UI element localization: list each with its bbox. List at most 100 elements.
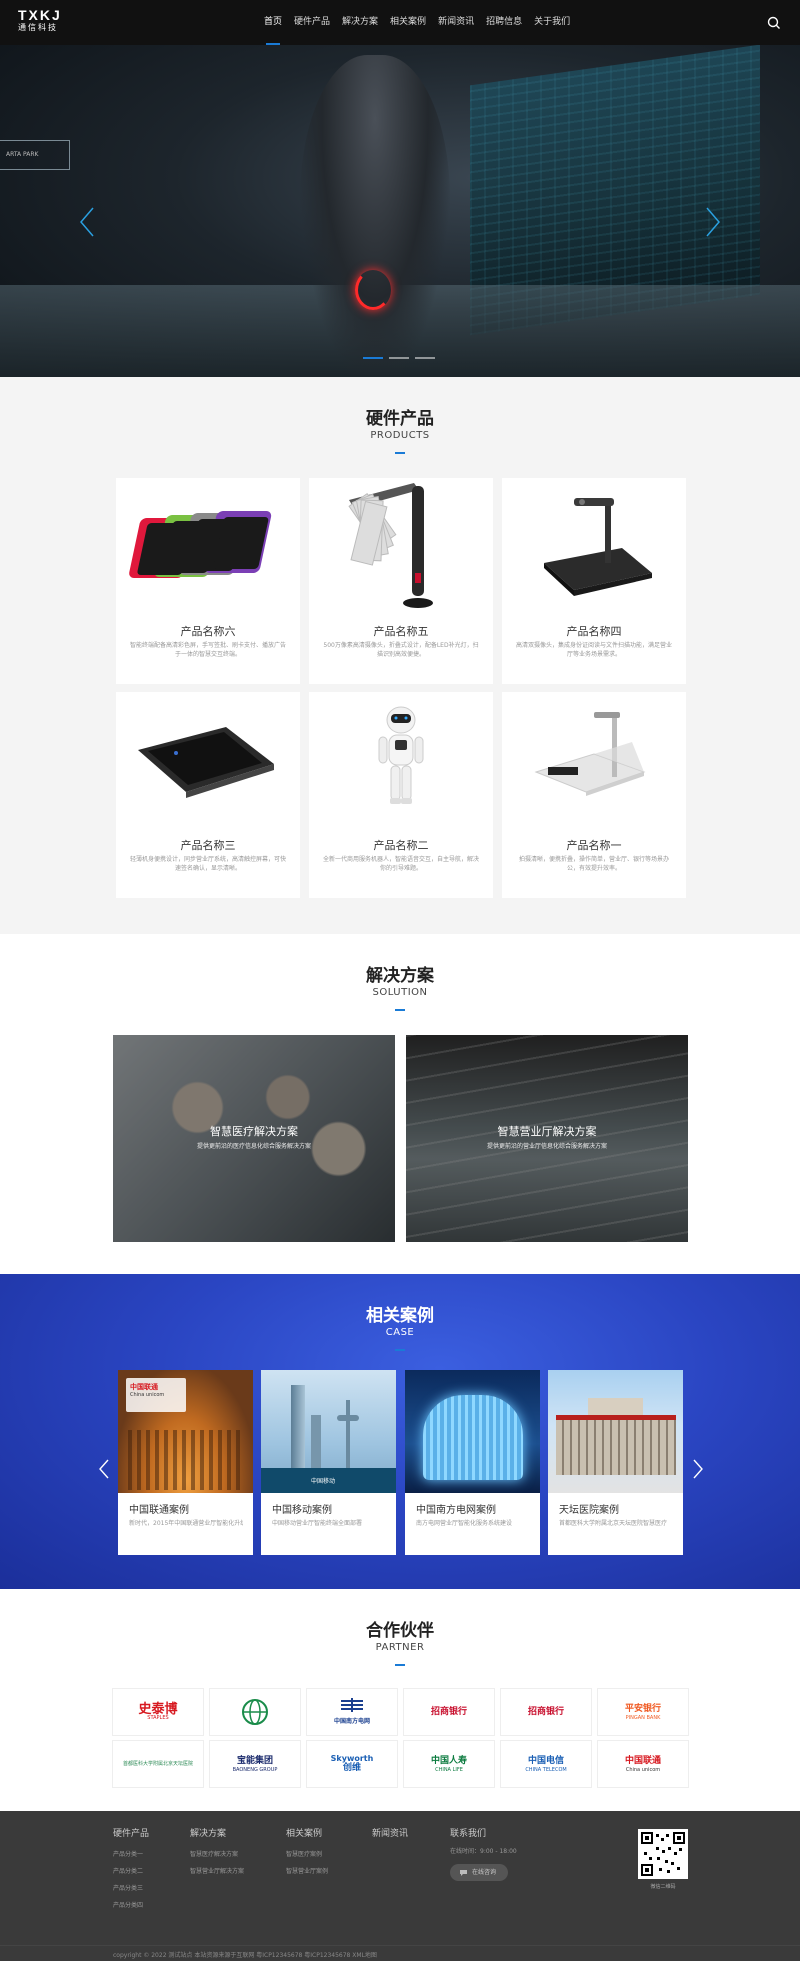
nav-news[interactable]: 新闻资讯 [432, 0, 480, 45]
cases-prev-arrow-icon[interactable] [98, 1458, 110, 1480]
partner-logo-tiantan[interactable]: 首都医科大学附属北京天坛医院 [112, 1740, 204, 1788]
product-name: 产品名称六 [180, 625, 236, 638]
case-desc: 南方电网营业厅智能化服务系统建设 [416, 1520, 513, 1527]
footer-link[interactable]: 智慧医疗解决方案 [190, 1846, 244, 1863]
partner-logo-state-grid[interactable] [209, 1688, 301, 1736]
partner-logo-text: 招商银行 [430, 1706, 467, 1717]
case-name: 中国移动案例 [272, 1505, 332, 1516]
nav-about[interactable]: 关于我们 [528, 0, 576, 45]
footer-contact-heading: 联系我们 [450, 1829, 487, 1839]
banner-dot[interactable] [389, 357, 409, 359]
partner-logo-text: 中国联通 [624, 1755, 661, 1766]
main-nav: 首页 硬件产品 解决方案 相关案例 新闻资讯 招聘信息 关于我们 [258, 0, 576, 45]
footer-link[interactable]: 产品分类三 [113, 1880, 149, 1897]
partners-section: 合作伙伴 PARTNER 史泰博 STAPLES 中国南方电网 招商银行 招商银… [0, 1589, 800, 1811]
product-name: 产品名称三 [180, 839, 236, 852]
nav-jobs[interactable]: 招聘信息 [480, 0, 528, 45]
globe-icon [242, 1699, 268, 1725]
footer-col-heading[interactable]: 新闻资讯 [372, 1828, 408, 1840]
hero-red-glow [355, 270, 391, 310]
nav-home[interactable]: 首页 [258, 0, 288, 45]
unicom-logo-cn: 中国联通 [130, 1383, 158, 1391]
site-header: TXKJ 通信科技 首页 硬件产品 解决方案 相关案例 新闻资讯 招聘信息 关于… [0, 0, 800, 45]
wechat-qr-code [638, 1829, 688, 1879]
case-image-tiantan-hospital [548, 1370, 683, 1493]
product-name: 产品名称五 [373, 625, 429, 638]
section-title-en: PRODUCTS [370, 430, 430, 441]
solution-subtitle: 提供更前沿的营业厅信息化综合服务解决方案 [486, 1143, 607, 1150]
banner-dot[interactable] [363, 357, 383, 359]
footer-link[interactable]: 智慧医疗案例 [286, 1846, 328, 1863]
case-image-mobile: 中国移动 [261, 1370, 396, 1493]
nav-cases[interactable]: 相关案例 [384, 0, 432, 45]
partner-logo-text: 平安银行 [624, 1703, 661, 1714]
partner-logo-baoneng[interactable]: 宝能集团 BAONENG GROUP [209, 1740, 301, 1788]
product-card[interactable]: 产品名称二 全新一代商用服务机器人，智能语音交互，自主导航，解决你的引导难题。 [309, 692, 493, 898]
solution-title: 智慧营业厅解决方案 [497, 1125, 597, 1138]
partner-logo-sub: Skyworth [330, 1754, 374, 1763]
case-card[interactable]: 中国联通 China unicom 中国联通案例 新时代，2015年中国联通营业… [118, 1370, 253, 1555]
partner-logo-pingan[interactable]: 平安银行 PINGAN BANK [597, 1688, 689, 1736]
case-card[interactable]: 天坛医院案例 首都医科大学附属北京天坛医院智慧医疗 [548, 1370, 683, 1555]
footer-col-heading[interactable]: 解决方案 [190, 1828, 244, 1840]
section-title-cn: 解决方案 [366, 966, 434, 986]
section-title-underline [395, 452, 405, 454]
grid-emblem-icon [340, 1698, 363, 1712]
solution-subtitle: 提供更前沿的医疗信息化综合服务解决方案 [196, 1143, 311, 1150]
footer-link[interactable]: 产品分类四 [113, 1897, 149, 1914]
footer-link[interactable]: 产品分类二 [113, 1863, 149, 1880]
product-image-document-camera [544, 498, 652, 596]
site-footer: 硬件产品 产品分类一 产品分类二 产品分类三 产品分类四 解决方案 智慧医疗解决… [0, 1811, 800, 1961]
case-desc: 新时代，2015年中国联通营业厅智能化升级 [129, 1520, 243, 1527]
product-image-high-speed-scanner [534, 712, 646, 796]
product-card[interactable]: 产品名称三 轻薄机身便携设计，同步营业厅系统，高清触控屏幕，可快速签名确认，显示… [116, 692, 300, 898]
search-icon[interactable] [766, 15, 782, 31]
product-card[interactable]: 产品名称四 高清双摄像头，集成身份证阅读与文件扫描功能，满足营业厅等业务场景需求… [502, 478, 686, 684]
banner-dot[interactable] [415, 357, 435, 359]
product-card[interactable]: 产品名称六 智能终端配备高清彩色屏，手写签批、刷卡支付、播放广告于一体的智慧交互… [116, 478, 300, 684]
partner-logo-skyworth[interactable]: Skyworth 创维 [306, 1740, 398, 1788]
solution-card-medical[interactable]: 智慧医疗解决方案 提供更前沿的医疗信息化综合服务解决方案 [113, 1035, 395, 1242]
hero-banner: ARTA PARK [0, 45, 800, 377]
solution-card-business-hall[interactable]: 智慧营业厅解决方案 提供更前沿的营业厅信息化综合服务解决方案 [406, 1035, 688, 1242]
partner-logo-china-life[interactable]: 中国人寿 CHINA LIFE [403, 1740, 495, 1788]
partner-logo-staples[interactable]: 史泰博 STAPLES [112, 1688, 204, 1736]
banner-prev-arrow-icon[interactable] [78, 205, 96, 239]
partner-logo-china-telecom[interactable]: 中国电信 CHINA TELECOM [500, 1740, 592, 1788]
products-heading: 硬件产品 PRODUCTS [0, 409, 800, 454]
cases-section: 相关案例 CASE 中国联通 China unicom 中国联通案例 新时代，2… [0, 1274, 800, 1589]
case-name: 中国联通案例 [129, 1505, 189, 1516]
section-title-underline [395, 1349, 405, 1351]
partner-logo-cmb-1[interactable]: 招商银行 [403, 1688, 495, 1736]
nav-solutions[interactable]: 解决方案 [336, 0, 384, 45]
partner-logo-southern-grid[interactable]: 中国南方电网 [306, 1688, 398, 1736]
case-card[interactable]: 中国移动 中国移动案例 中国移动营业厅智能终端全面部署 [261, 1370, 396, 1555]
product-desc: 轻薄机身便携设计，同步营业厅系统，高清触控屏幕，可快速签名确认，显示清晰。 [130, 856, 287, 872]
online-consult-button[interactable]: 在线咨询 [450, 1864, 508, 1881]
cases-next-arrow-icon[interactable] [692, 1458, 704, 1480]
product-card[interactable]: 产品名称五 500万像素高清摄像头，折叠式设计，配备LED补光灯，扫描识别高效便… [309, 478, 493, 684]
footer-contact-hours: 在线时间：9:00 - 18:00 [450, 1848, 517, 1855]
case-card[interactable]: 中国南方电网案例 南方电网营业厅智能化服务系统建设 [405, 1370, 540, 1555]
site-logo[interactable]: TXKJ 通信科技 [18, 8, 62, 34]
partner-logo-china-unicom[interactable]: 中国联通 China unicom [597, 1740, 689, 1788]
footer-col-heading[interactable]: 相关案例 [286, 1828, 328, 1840]
footer-link[interactable]: 智慧营业厅案例 [286, 1863, 328, 1880]
unicom-logo-en: China unicom [130, 1392, 165, 1398]
banner-next-arrow-icon[interactable] [704, 205, 722, 239]
footer-link[interactable]: 产品分类一 [113, 1846, 149, 1863]
product-card[interactable]: 产品名称一 拍摄清晰，便携折叠，操作简单，营业厅、银行等场景办公，有效提升效率。 [502, 692, 686, 898]
partner-logo-text: 首都医科大学附属北京天坛医院 [122, 1760, 193, 1767]
product-desc: 500万像素高清摄像头，折叠式设计，配备LED补光灯，扫描识别高效便捷。 [323, 642, 479, 658]
section-title-en: CASE [385, 1327, 415, 1338]
footer-col-heading[interactable]: 硬件产品 [113, 1828, 149, 1840]
partner-logo-text: 中国电信 [527, 1755, 564, 1766]
case-image-southern-grid [405, 1370, 540, 1493]
section-title-cn: 合作伙伴 [366, 1621, 434, 1641]
section-title-en: PARTNER [375, 1642, 425, 1653]
nav-hardware[interactable]: 硬件产品 [288, 0, 336, 45]
logo-sub-text: 通信科技 [18, 23, 58, 32]
partner-logo-cmb-2[interactable]: 招商银行 [500, 1688, 592, 1736]
footer-link[interactable]: 智慧营业厅解决方案 [190, 1863, 244, 1880]
product-name: 产品名称一 [566, 839, 622, 852]
